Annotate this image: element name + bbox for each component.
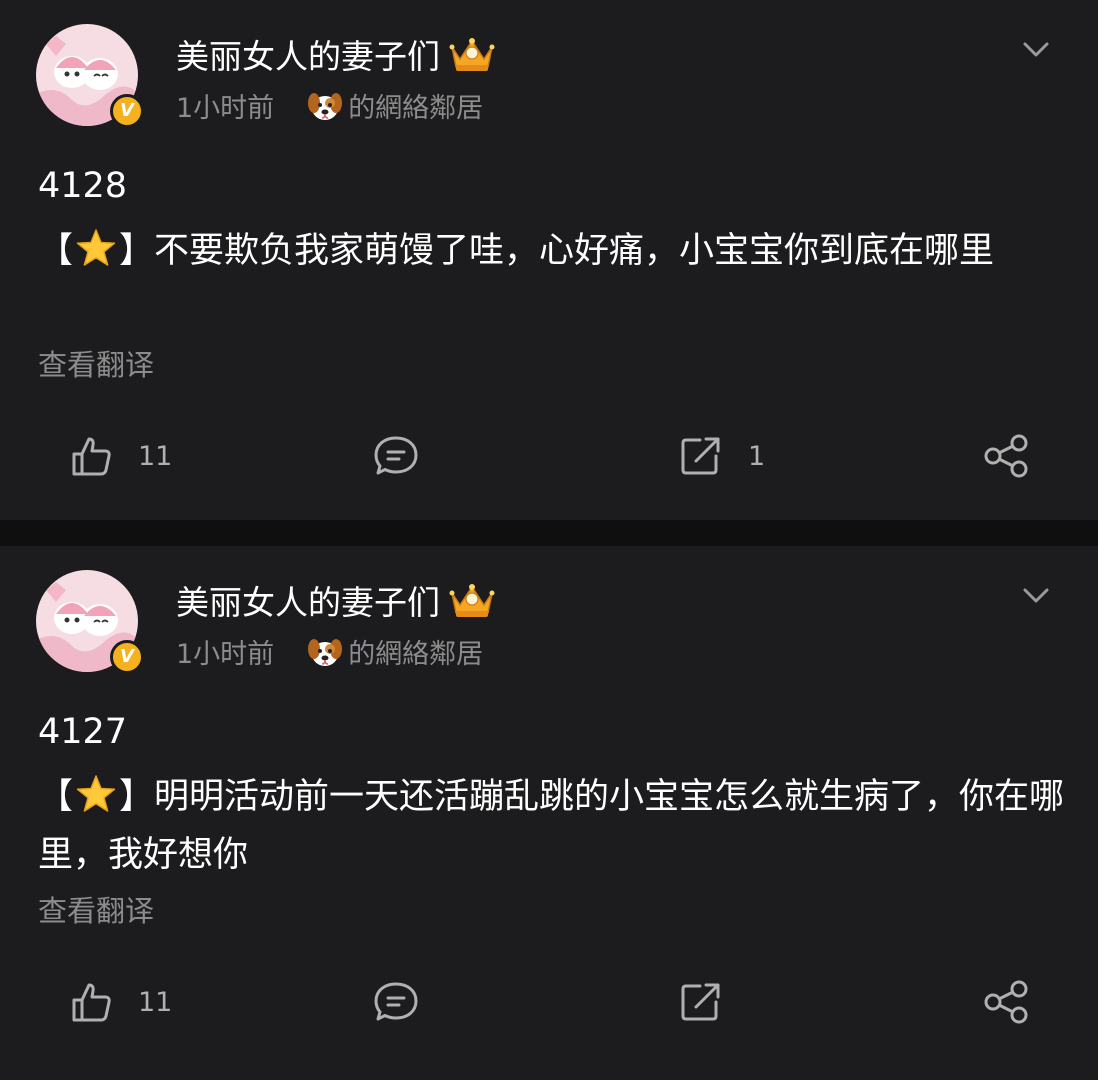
bracket-close: 】 [119, 231, 155, 271]
source-label: 的網絡鄰居 [348, 639, 484, 670]
share-icon [982, 980, 1030, 1024]
chevron-down-icon[interactable] [1020, 36, 1052, 64]
dog-icon [306, 633, 344, 671]
post-card[interactable]: V 美丽女人的妻子们 1小时前 [0, 0, 1098, 520]
dog-icon [306, 87, 344, 125]
chevron-down-icon[interactable] [1020, 582, 1052, 610]
share-button[interactable] [982, 426, 1030, 486]
post-body: 【】明明活动前一天还活蹦乱跳的小宝宝怎么就生病了，你在哪里，我好想你 [38, 768, 1068, 884]
post-source[interactable]: 的網絡鄰居 [306, 86, 483, 125]
post-time: 1小时前 [176, 93, 275, 124]
repost-button[interactable] [678, 972, 748, 1032]
share-button[interactable] [982, 972, 1030, 1032]
username-row[interactable]: 美丽女人的妻子们 [176, 576, 496, 624]
comment-icon [372, 980, 420, 1024]
repost-button[interactable]: 1 [678, 426, 765, 486]
post-source[interactable]: 的網絡鄰居 [306, 632, 483, 671]
post-meta: 1小时前 的網絡鄰居 [176, 632, 483, 671]
bracket-close: 】 [119, 777, 155, 817]
repost-icon [678, 980, 724, 1024]
comment-icon [372, 434, 420, 478]
crown-icon [448, 35, 496, 73]
post-time: 1小时前 [176, 639, 275, 670]
post-card[interactable]: V 美丽女人的妻子们 1小时前 [0, 546, 1098, 1080]
verified-badge-icon: V [110, 640, 144, 674]
post-text: 明明活动前一天还活蹦乱跳的小宝宝怎么就生病了，你在哪里，我好想你 [38, 777, 1065, 875]
like-icon [70, 434, 114, 478]
comment-button[interactable] [372, 972, 444, 1032]
translate-link[interactable]: 查看翻译 [38, 342, 154, 384]
comment-button[interactable] [372, 426, 444, 486]
repost-icon [678, 434, 724, 478]
repost-count: 1 [748, 440, 766, 472]
post-text: 不要欺负我家萌馒了哇，心好痛，小宝宝你到底在哪里 [154, 231, 995, 271]
verified-badge-icon: V [110, 94, 144, 128]
like-icon [70, 980, 114, 1024]
star-icon [75, 773, 117, 815]
post-number: 4128 [38, 166, 128, 206]
star-tag: 【】 [38, 229, 155, 271]
action-bar: 11 1 [0, 426, 1098, 486]
star-icon [75, 227, 117, 269]
username-row[interactable]: 美丽女人的妻子们 [176, 30, 496, 78]
username[interactable]: 美丽女人的妻子们 [176, 30, 440, 78]
like-count: 11 [138, 986, 173, 1018]
like-button[interactable]: 11 [70, 426, 172, 486]
translate-link[interactable]: 查看翻译 [38, 888, 154, 930]
bracket-open: 【 [38, 777, 74, 817]
bracket-open: 【 [38, 231, 74, 271]
crown-icon [448, 581, 496, 619]
star-tag: 【】 [38, 775, 155, 817]
post-body: 【】不要欺负我家萌馒了哇，心好痛，小宝宝你到底在哪里 [38, 222, 1068, 280]
post-meta: 1小时前 的網絡鄰居 [176, 86, 483, 125]
like-count: 11 [138, 440, 173, 472]
post-number: 4127 [38, 712, 128, 752]
source-label: 的網絡鄰居 [348, 93, 484, 124]
like-button[interactable]: 11 [70, 972, 172, 1032]
username[interactable]: 美丽女人的妻子们 [176, 576, 440, 624]
share-icon [982, 434, 1030, 478]
action-bar: 11 [0, 972, 1098, 1032]
